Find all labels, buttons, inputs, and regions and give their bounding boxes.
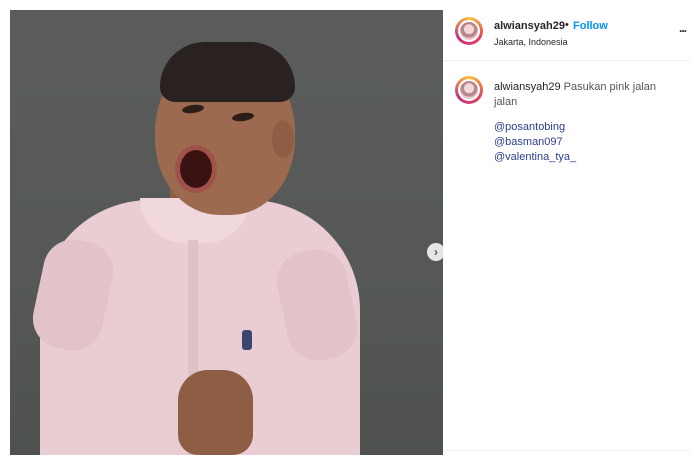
caption-username[interactable]: alwiansyah29 [494, 81, 561, 93]
mention-link[interactable]: @posantobing [494, 120, 576, 135]
avatar-image [458, 79, 480, 101]
avatar[interactable] [455, 17, 483, 45]
mentions-list: @posantobing @basman097 @valentina_tya_ [494, 120, 576, 165]
photo-open-mouth [175, 145, 217, 193]
caption-avatar[interactable] [455, 76, 483, 104]
instagram-post: › alwiansyah29 • Follow Jakarta, Indones… [0, 0, 700, 465]
avatar-image [458, 20, 480, 42]
photo-thumbs-up-hand [178, 370, 253, 455]
carousel-next-button[interactable]: › [427, 243, 443, 261]
post-photo[interactable]: › [10, 10, 443, 455]
header-username[interactable]: alwiansyah29 [494, 20, 565, 32]
caption-text: alwiansyah29 Pasukan pink jalan jalan [494, 80, 679, 110]
mention-link[interactable]: @valentina_tya_ [494, 150, 576, 165]
chevron-right-icon: › [434, 245, 438, 259]
post-sidebar: alwiansyah29 • Follow Jakarta, Indonesia… [443, 10, 690, 455]
more-options-icon[interactable]: ... [679, 21, 687, 35]
photo-ear [272, 120, 294, 158]
photo-deer-logo [242, 330, 252, 350]
separator-dot: • [565, 19, 569, 31]
follow-button[interactable]: Follow [573, 20, 608, 32]
post-header: alwiansyah29 • Follow Jakarta, Indonesia… [443, 10, 690, 61]
divider [443, 450, 690, 451]
photo-hair [160, 42, 295, 102]
mention-link[interactable]: @basman097 [494, 135, 576, 150]
location-link[interactable]: Jakarta, Indonesia [494, 37, 568, 47]
